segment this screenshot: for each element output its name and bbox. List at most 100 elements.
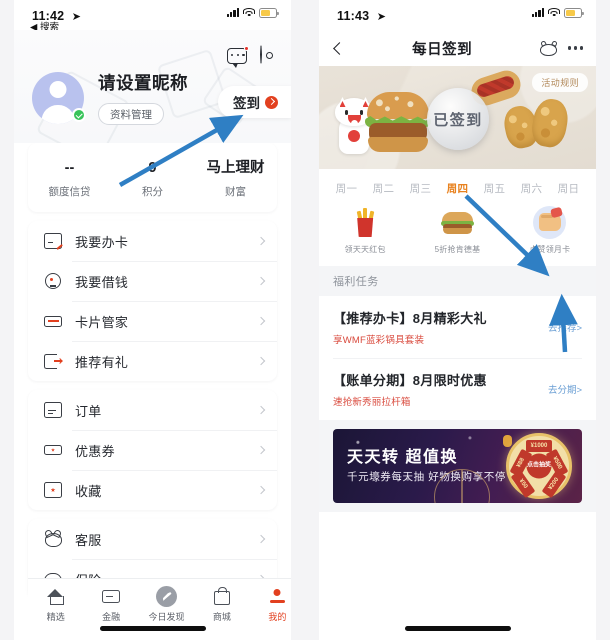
menu-item-label: 收藏 — [75, 483, 102, 499]
profile-row[interactable]: 请设置昵称 资料管理 — [32, 70, 188, 125]
signal-icon — [531, 8, 544, 18]
chevron-right-icon — [256, 316, 266, 326]
burger-image — [365, 92, 431, 152]
card-apply-icon — [44, 232, 63, 250]
tab-label: 精选 — [46, 612, 65, 622]
verified-badge-icon — [72, 108, 86, 122]
profile-manage-button[interactable]: 资料管理 — [98, 103, 164, 125]
menu-item-apply-card[interactable]: 我要办卡 — [28, 221, 277, 261]
status-time: 11:43 — [337, 9, 370, 23]
promo-banner[interactable]: 天天转 超值换 千元壕券每天抽 好物换购享不停 ¥1000 ¥500 ¥200 … — [333, 429, 582, 503]
reward-label: 领天天红包 — [344, 245, 386, 254]
location-arrow-icon: ➤ — [71, 11, 81, 23]
reward-label: 点赞领月卡 — [529, 245, 571, 254]
task-action-link[interactable]: 去推荐> — [548, 320, 582, 334]
thumbs-up-card-icon — [533, 206, 567, 239]
home-indicator — [99, 626, 206, 631]
stat-value: 马上理财 — [206, 160, 265, 176]
location-arrow-icon: ➤ — [376, 11, 386, 23]
profile-header: 请设置昵称 资料管理 签到 — [14, 30, 291, 143]
activity-rules-button[interactable]: 活动规则 — [532, 73, 588, 92]
tab-featured[interactable]: 精选 — [28, 586, 83, 623]
prize-wheel[interactable]: ¥1000 ¥500 ¥200 ¥50 ¥88 点击抽奖 — [506, 433, 572, 499]
task-row[interactable]: 【推荐办卡】8月精彩大礼 享WMF蓝彩锅具套装 去推荐> — [319, 296, 596, 358]
status-indicators — [226, 7, 279, 18]
stat-wealth[interactable]: 马上理财 财富 — [194, 159, 277, 199]
right-phone-screen: 11:43 ➤ 每日签到 活动规则 已签到 周一 周二 周三 周四 周五 周六 … — [319, 0, 596, 640]
reward-row: 领天天红包 5折抢肯德基 点赞领月卡 — [319, 196, 596, 266]
menu-item-label: 我要办卡 — [75, 234, 129, 250]
tab-mall[interactable]: 商城 — [194, 586, 249, 623]
status-bar-right: 11:43 ➤ — [319, 0, 596, 30]
wifi-icon — [548, 8, 560, 17]
chevron-right-icon — [256, 485, 266, 495]
nav-actions — [539, 39, 583, 56]
more-dots-icon[interactable] — [568, 46, 583, 50]
menu-item-favorites[interactable]: 收藏 — [28, 470, 277, 510]
weekday-mon[interactable]: 周一 — [328, 181, 365, 196]
weekday-sun[interactable]: 周日 — [550, 181, 587, 196]
favorite-icon — [44, 481, 62, 499]
weekday-wed[interactable]: 周三 — [402, 181, 439, 196]
signin-label: 签到 — [233, 96, 260, 111]
reward-monthly-card[interactable]: 点赞领月卡 — [504, 206, 596, 255]
finance-card-icon — [102, 590, 121, 603]
home-indicator — [404, 626, 511, 631]
home-icon — [47, 589, 64, 605]
stat-points[interactable]: 9 积分 — [111, 159, 194, 199]
weekday-thu[interactable]: 周四 — [439, 181, 476, 196]
menu-item-label: 卡片管家 — [75, 314, 129, 330]
task-row[interactable]: 【账单分期】8月限时优惠 速抢新秀丽拉杆箱 去分期> — [319, 358, 596, 420]
menu-item-customer-service[interactable]: 客服 — [28, 519, 277, 559]
promo-title: 天天转 超值换 — [347, 449, 458, 466]
chevron-right-icon — [256, 356, 266, 366]
stat-value: -- — [64, 160, 75, 176]
chevron-right-icon — [256, 236, 266, 246]
signin-banner: 活动规则 已签到 — [319, 66, 596, 169]
wheel-center-button[interactable]: 点击抽奖 — [526, 453, 552, 479]
page-title: 每日签到 — [412, 41, 473, 58]
menu-item-card-manager[interactable]: 卡片管家 — [28, 301, 277, 341]
coupon-icon — [44, 441, 62, 459]
signin-button[interactable]: 签到 — [218, 86, 291, 118]
chevron-right-icon — [256, 405, 266, 415]
signed-in-button[interactable]: 已签到 — [427, 88, 489, 150]
weekday-tue[interactable]: 周二 — [365, 181, 402, 196]
notification-dot — [243, 45, 249, 51]
task-action-link[interactable]: 去分期> — [548, 382, 582, 396]
left-phone-pane: 11:42 ➤ ◀ 搜索 请设置昵称 资料管理 签到 -- 额度信贷 9 积分 … — [0, 0, 305, 640]
stats-card: -- 额度信贷 9 积分 马上理财 财富 — [28, 143, 277, 212]
weekday-row: 周一 周二 周三 周四 周五 周六 周日 — [319, 169, 596, 196]
fries-red-packet-icon — [348, 206, 382, 239]
menu-item-label: 我要借钱 — [75, 274, 129, 290]
cat-icon[interactable] — [539, 39, 558, 56]
nickname: 请设置昵称 — [98, 73, 188, 93]
stat-credit[interactable]: -- 额度信贷 — [28, 159, 111, 199]
weekday-sat[interactable]: 周六 — [513, 181, 550, 196]
battery-icon — [564, 8, 584, 18]
nav-bar: 每日签到 — [319, 30, 596, 66]
lantern-decor — [503, 435, 512, 447]
discover-icon — [156, 586, 178, 607]
reward-red-packet[interactable]: 领天天红包 — [319, 206, 411, 255]
burger-icon — [440, 206, 474, 239]
tab-mine[interactable]: 我的 — [250, 586, 291, 623]
menu-item-orders[interactable]: 订单 — [28, 390, 277, 430]
menu-item-coupons[interactable]: 优惠券 — [28, 430, 277, 470]
chat-bubble-icon[interactable] — [227, 45, 249, 68]
tab-label: 今日发现 — [148, 612, 185, 622]
order-icon — [44, 401, 62, 419]
menu-item-borrow[interactable]: 我要借钱 — [28, 261, 277, 301]
menu-group-1: 我要办卡 我要借钱 卡片管家 推荐有礼 — [28, 221, 277, 381]
right-phone-pane: 11:43 ➤ 每日签到 活动规则 已签到 周一 周二 周三 周四 周五 周六 … — [305, 0, 610, 640]
gear-icon[interactable] — [260, 45, 279, 65]
reward-burger-discount[interactable]: 5折抢肯德基 — [411, 206, 503, 255]
weekday-fri[interactable]: 周五 — [476, 181, 513, 196]
task-title: 【账单分期】8月限时优惠 — [333, 373, 487, 388]
menu-item-label: 推荐有礼 — [75, 354, 129, 370]
menu-item-refer[interactable]: 推荐有礼 — [28, 341, 277, 381]
tab-finance[interactable]: 金融 — [83, 586, 138, 623]
tab-discover[interactable]: 今日发现 — [139, 586, 194, 623]
header-icon-group — [227, 45, 279, 68]
tasks-section-title: 福利任务 — [319, 266, 596, 296]
